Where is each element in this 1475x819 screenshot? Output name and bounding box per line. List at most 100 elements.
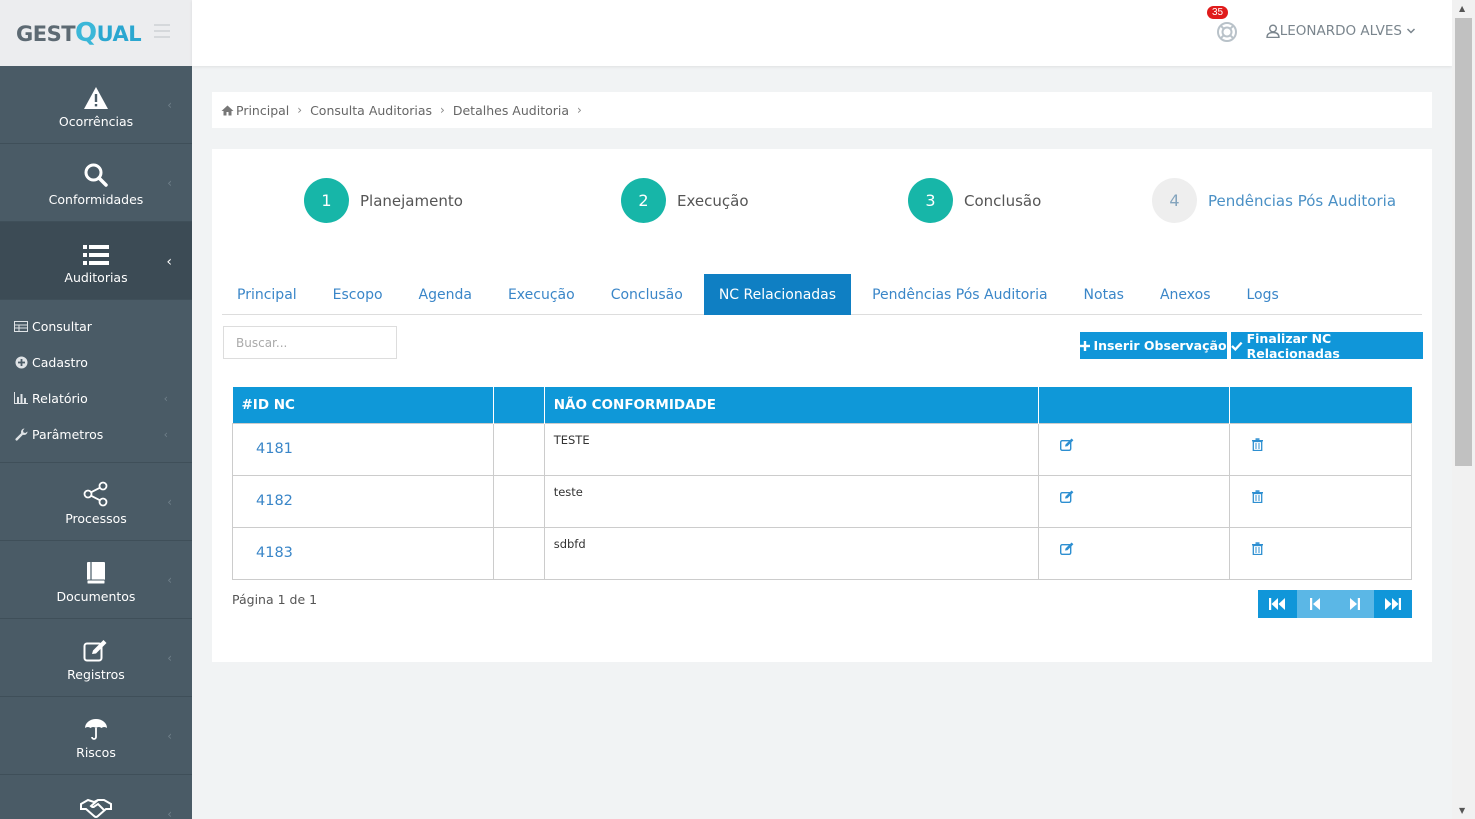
breadcrumb-item-consulta-auditorias[interactable]: Consulta Auditorias (310, 103, 432, 118)
delete-row-button[interactable] (1229, 474, 1412, 528)
table-icon (14, 320, 28, 332)
nc-id-link[interactable]: 4183 (232, 526, 494, 580)
lifebuoy-icon[interactable] (1212, 17, 1242, 47)
sidebar-item-label: Conformidades (48, 192, 144, 207)
sidebar-item-conformidades[interactable]: Conformidades ‹ (0, 144, 192, 222)
step-number: 2 (621, 178, 666, 223)
step-pendencias[interactable]: 4 Pendências Pós Auditoria (1152, 178, 1396, 223)
sidebar-item-registros[interactable]: Registros ‹ (0, 619, 192, 697)
column-header-id[interactable]: #ID NC (232, 387, 494, 423)
nc-table: #ID NC NÃO CONFORMIDADE 4181 TESTE 4182 … (232, 387, 1412, 580)
tab-anexos[interactable]: Anexos (1145, 274, 1226, 315)
step-label: Pendências Pós Auditoria (1208, 191, 1397, 210)
column-header-blank (493, 387, 545, 423)
tab-pendencias-pos-auditoria[interactable]: Pendências Pós Auditoria (857, 274, 1062, 315)
submenu-item-label: Consultar (32, 318, 92, 334)
submenu-item-label: Cadastro (32, 354, 88, 370)
share-icon (83, 481, 108, 507)
tab-agenda[interactable]: Agenda (404, 274, 487, 315)
next-page-button[interactable] (1335, 590, 1374, 618)
nc-id-link[interactable]: 4182 (232, 474, 494, 528)
edit-row-button[interactable] (1038, 526, 1231, 580)
sidebar-item-auditorias[interactable]: Auditorias ‹ (0, 222, 192, 300)
tab-principal[interactable]: Principal (222, 274, 312, 315)
breadcrumb-item-principal[interactable]: Principal (236, 103, 289, 118)
table-row: 4183 sdbfd (232, 526, 1412, 580)
app-logo[interactable]: GESTQUAL (16, 18, 142, 48)
wrench-icon (14, 428, 27, 441)
search-input[interactable] (223, 326, 397, 359)
tab-conclusao[interactable]: Conclusão (596, 274, 698, 315)
edit-icon (1060, 490, 1074, 503)
submenu-item-label: Relatório (32, 390, 88, 406)
scroll-thumb[interactable] (1455, 18, 1472, 466)
first-page-button[interactable] (1258, 590, 1297, 618)
chevron-left-icon: ‹ (167, 495, 172, 509)
user-icon (1265, 24, 1280, 38)
scroll-down-arrow-icon[interactable]: ▼ (1459, 806, 1465, 815)
sidebar-item-processos[interactable]: Processos ‹ (0, 463, 192, 541)
plus-circle-icon (15, 356, 27, 368)
sidebar-item-ocorrencias[interactable]: Ocorrências ‹ (0, 66, 192, 144)
chevron-left-icon: ‹ (167, 729, 172, 743)
page-scrollbar[interactable]: ▲ ▼ (1452, 0, 1475, 819)
menu-toggle-icon[interactable] (154, 24, 170, 42)
chevron-right-icon: › (440, 103, 445, 117)
logo-area: GESTQUAL (0, 0, 192, 66)
step-label: Conclusão (964, 191, 1042, 210)
step-execucao[interactable]: 2 Execução (621, 178, 749, 223)
step-label: Planejamento (360, 191, 463, 210)
chevron-left-icon: ‹ (167, 98, 172, 112)
trash-icon (1252, 541, 1264, 555)
nc-id-link[interactable]: 4181 (232, 422, 494, 476)
delete-row-button[interactable] (1229, 422, 1412, 476)
sidebar-item-riscos[interactable]: Riscos ‹ (0, 697, 192, 775)
bar-chart-icon (14, 392, 28, 404)
finalize-nc-button[interactable]: Finalizar NC Relacionadas (1231, 331, 1423, 361)
nc-description: sdbfd (543, 526, 1040, 580)
column-header-nao-conformidade[interactable]: NÃO CONFORMIDADE (544, 387, 1040, 423)
trash-icon (1252, 437, 1264, 451)
scroll-up-arrow-icon[interactable]: ▲ (1459, 4, 1465, 13)
delete-row-button[interactable] (1229, 526, 1412, 580)
step-forward-icon (1349, 598, 1360, 610)
skip-forward-icon (1384, 598, 1401, 610)
nc-description: teste (543, 474, 1040, 528)
edit-row-button[interactable] (1038, 422, 1231, 476)
user-menu[interactable]: LEONARDO ALVES (1265, 23, 1416, 39)
chevron-left-icon: ‹ (163, 427, 168, 441)
chevron-right-icon: › (577, 103, 582, 117)
auditorias-submenu: Consultar Cadastro Relatório ‹ Parâmetro… (0, 300, 192, 463)
insert-observation-button[interactable]: Inserir Observação (1080, 332, 1227, 359)
last-page-button[interactable] (1373, 590, 1412, 618)
handshake-icon (80, 798, 112, 818)
sidebar-item-documentos[interactable]: Documentos ‹ (0, 541, 192, 619)
sidebar-item-parcerias[interactable]: ‹ (0, 775, 192, 819)
sidebar-item-label: Ocorrências (58, 114, 134, 129)
submenu-item-cadastro[interactable]: Cadastro (0, 344, 192, 380)
step-conclusao[interactable]: 3 Conclusão (908, 178, 1041, 223)
table-cell-blank (492, 526, 545, 580)
sidebar: GESTQUAL Ocorrências ‹ Conformidades ‹ A… (0, 0, 192, 819)
breadcrumb-item-detalhes-auditoria: Detalhes Auditoria (452, 102, 570, 118)
submenu-item-relatorio[interactable]: Relatório ‹ (0, 380, 192, 416)
notification-badge[interactable]: 35 (1207, 6, 1229, 19)
column-header-delete (1229, 387, 1412, 423)
top-header: 35 LEONARDO ALVES (192, 0, 1452, 66)
tab-execucao[interactable]: Execução (493, 274, 590, 315)
previous-page-button[interactable] (1296, 590, 1335, 618)
tab-escopo[interactable]: Escopo (318, 274, 398, 315)
submenu-item-consultar[interactable]: Consultar (0, 308, 192, 344)
edit-row-button[interactable] (1038, 474, 1231, 528)
tab-bar: Principal Escopo Agenda Execução Conclus… (222, 274, 1422, 315)
edit-icon (83, 640, 107, 662)
tab-notas[interactable]: Notas (1069, 274, 1139, 315)
chevron-left-icon: ‹ (163, 391, 168, 405)
tab-nc-relacionadas[interactable]: NC Relacionadas (703, 274, 852, 315)
chevron-right-icon: › (297, 103, 303, 117)
submenu-item-parametros[interactable]: Parâmetros ‹ (0, 416, 192, 452)
nc-description: TESTE (543, 422, 1040, 476)
step-planejamento[interactable]: 1 Planejamento (304, 178, 463, 223)
tab-logs[interactable]: Logs (1231, 274, 1293, 315)
edit-icon (1060, 542, 1074, 555)
